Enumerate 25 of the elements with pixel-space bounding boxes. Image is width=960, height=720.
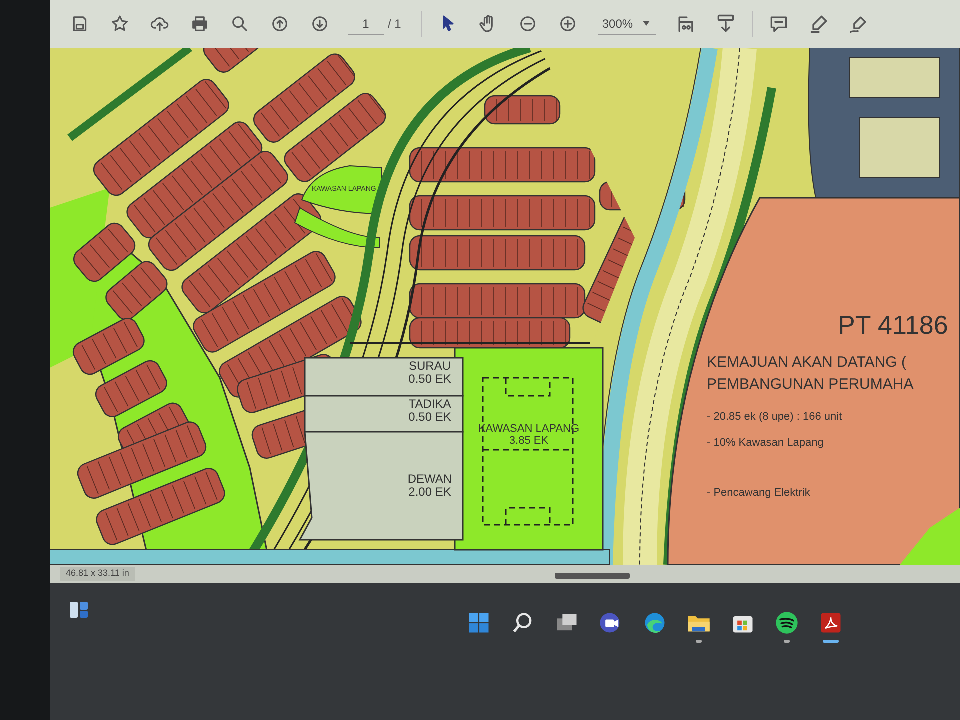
running-indicator bbox=[823, 640, 839, 643]
zoom-dropdown[interactable]: 300% bbox=[598, 13, 656, 35]
facility-label: TADIKA 0.50 EK bbox=[408, 398, 452, 424]
sound-waves-icon bbox=[774, 610, 800, 636]
plot-note: - Pencawang Elektrik bbox=[707, 488, 810, 500]
running-indicator bbox=[784, 640, 790, 643]
caret-icon bbox=[643, 21, 650, 26]
zoom-in-icon bbox=[558, 14, 578, 34]
scrollbar-thumb[interactable] bbox=[555, 573, 630, 579]
page-total: / 1 bbox=[388, 16, 402, 33]
plot-note: - 20.85 ek (8 upe) : 166 unit bbox=[707, 412, 842, 424]
print-icon bbox=[190, 14, 210, 34]
plot-title: PT 41186 bbox=[838, 312, 948, 340]
bookmark-icon bbox=[110, 14, 130, 34]
plot-note: - 10% Kawasan Lapang bbox=[707, 438, 824, 450]
facility-label: SURAU 0.50 EK bbox=[408, 360, 452, 386]
facility-label: DEWAN 2.00 EK bbox=[406, 473, 454, 498]
page-dimensions: 46.81 x 33.11 in bbox=[60, 567, 136, 580]
zoom-out-icon bbox=[518, 14, 538, 34]
page-number-field[interactable]: 1 bbox=[348, 13, 384, 35]
plot-heading: KEMAJUAN AKAN DATANG ( PEMBANGUNAN PERUMAHA bbox=[707, 353, 914, 395]
running-indicator bbox=[696, 640, 702, 643]
next-page-icon bbox=[310, 14, 330, 34]
previous-page-icon bbox=[270, 14, 290, 34]
zoom-search-icon bbox=[230, 14, 250, 34]
